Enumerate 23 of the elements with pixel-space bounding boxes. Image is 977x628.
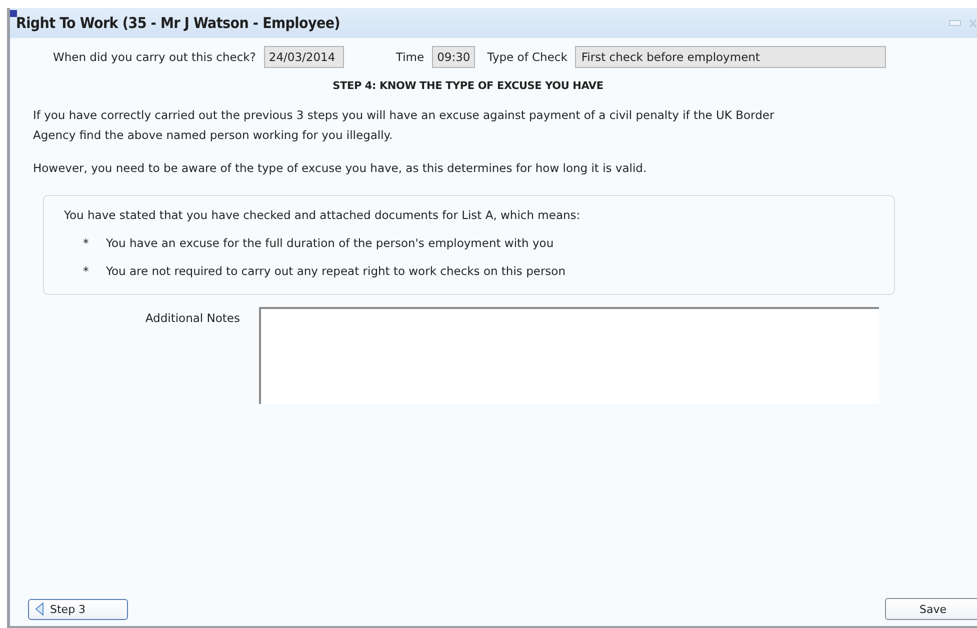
window-icon — [10, 10, 17, 17]
step-heading: STEP 4: KNOW THE TYPE OF EXCUSE YOU HAVE — [332, 80, 604, 92]
back-button[interactable]: Step 3 — [28, 598, 128, 620]
date-field[interactable]: 24/03/2014 — [264, 46, 344, 68]
time-field[interactable]: 09:30 — [432, 46, 476, 68]
bullet-mark: * — [83, 235, 90, 252]
window-title: Right To Work (35 - Mr J Watson - Employee) — [16, 14, 340, 32]
minimize-button[interactable] — [949, 20, 961, 26]
back-arrow-icon — [35, 602, 44, 616]
notes-field[interactable] — [259, 307, 879, 404]
paragraph: However, you need to be aware of the type of excuse you have, as this determines for how long it is valid. — [33, 160, 648, 177]
bullet-text: You are not required to carry out any repeat right to work checks on this person — [106, 263, 566, 280]
bullet-mark: * — [83, 263, 90, 280]
bullet-text: You have an excuse for the full duration of the person's employment with you — [106, 235, 554, 252]
check-type-field[interactable]: First check before employment — [575, 46, 886, 68]
field-label: Additional Notes — [144, 310, 240, 327]
paragraph: If you have correctly carried out the previous 3 steps you will have an excuse against payment of a civil penalty if the UK Border Agency find the above named person working for you illegally. — [33, 107, 776, 144]
save-button[interactable]: Save — [885, 598, 977, 620]
close-icon[interactable] — [969, 18, 977, 28]
field-label: When did you carry out this check? — [53, 50, 256, 64]
field-label: Type of Check — [487, 50, 568, 64]
summary-text: You have stated that you have checked and attached documents for List A, which means: — [64, 207, 582, 224]
field-label: Time — [396, 50, 424, 64]
